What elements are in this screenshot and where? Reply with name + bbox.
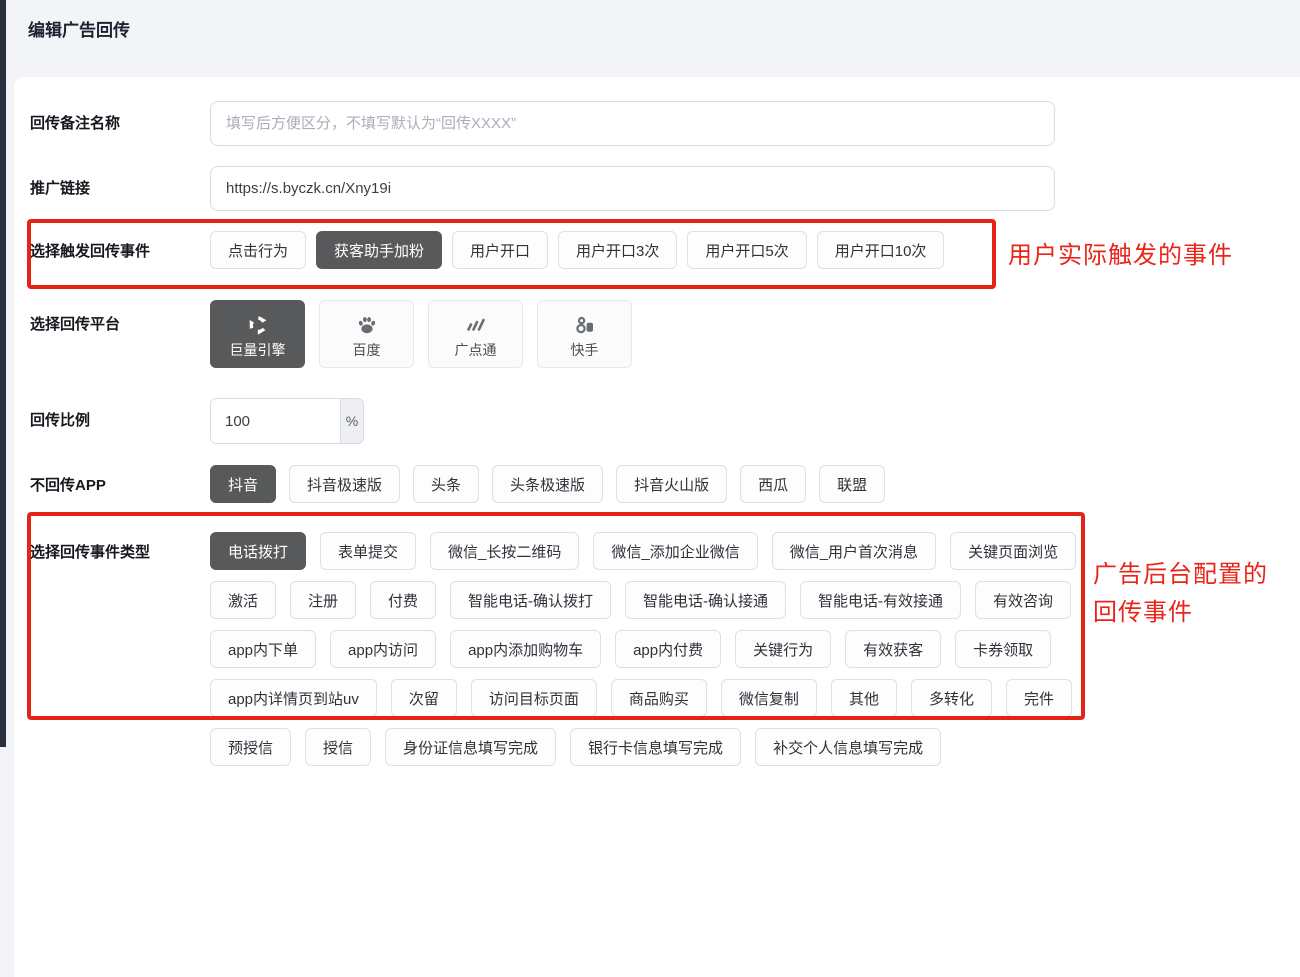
trigger-option-button[interactable]: 用户开口10次: [817, 231, 945, 269]
event-type-option-button[interactable]: 商品购买: [611, 679, 707, 717]
event-type-option-button[interactable]: app内付费: [615, 630, 721, 668]
trigger-option-button[interactable]: 点击行为: [210, 231, 306, 269]
event-type-annotation-text: 广告后台配置的 回传事件: [1093, 556, 1268, 632]
ratio-input[interactable]: [211, 399, 340, 443]
trigger-event-label: 选择触发回传事件: [30, 231, 210, 261]
event-type-option-button[interactable]: app内下单: [210, 630, 316, 668]
app-option-button[interactable]: 西瓜: [740, 465, 806, 503]
event-type-option-button[interactable]: 授信: [305, 728, 371, 766]
event-type-option-button[interactable]: 激活: [210, 581, 276, 619]
platform-card-oceanengine[interactable]: 巨量引擎: [210, 300, 305, 368]
ratio-input-group: %: [210, 398, 364, 444]
page-title: 编辑广告回传: [28, 16, 130, 41]
event-type-option-row: 激活注册付费智能电话-确认拨打智能电话-确认接通智能电话-有效接通有效咨询: [210, 581, 1071, 619]
ratio-row: 回传比例 %: [30, 398, 1290, 444]
event-type-option-button[interactable]: 智能电话-有效接通: [800, 581, 961, 619]
event-type-option-button[interactable]: 次留: [391, 679, 457, 717]
app-option-button[interactable]: 抖音火山版: [616, 465, 727, 503]
event-type-option-button[interactable]: 卡券领取: [955, 630, 1051, 668]
event-type-option-button[interactable]: 补交个人信息填写完成: [755, 728, 941, 766]
platform-row: 选择回传平台 巨量引擎: [30, 300, 1290, 368]
event-type-option-button[interactable]: 表单提交: [320, 532, 416, 570]
platform-card-kuaishou[interactable]: 快手: [537, 300, 632, 368]
event-type-option-button[interactable]: 身份证信息填写完成: [385, 728, 556, 766]
event-type-option-button[interactable]: 微信_用户首次消息: [772, 532, 936, 570]
kuaishou-camera-icon: [573, 312, 597, 338]
app-option-button[interactable]: 头条: [413, 465, 479, 503]
remark-label: 回传备注名称: [30, 101, 210, 133]
event-type-option-button[interactable]: 付费: [370, 581, 436, 619]
ratio-label: 回传比例: [30, 398, 210, 430]
event-type-option-button[interactable]: 电话拨打: [210, 532, 306, 570]
event-type-option-row: 预授信授信身份证信息填写完成银行卡信息填写完成补交个人信息填写完成: [210, 728, 941, 766]
event-type-option-button[interactable]: 智能电话-确认接通: [625, 581, 786, 619]
event-type-option-button[interactable]: 访问目标页面: [471, 679, 597, 717]
app-option-button[interactable]: 联盟: [819, 465, 885, 503]
platform-card-label: 快手: [571, 340, 599, 360]
event-type-option-button[interactable]: 有效咨询: [975, 581, 1071, 619]
oceanengine-icon: [246, 312, 270, 338]
link-row: 推广链接: [30, 166, 1290, 211]
event-type-option-button[interactable]: app内访问: [330, 630, 436, 668]
trigger-annotation-text: 用户实际触发的事件: [1008, 235, 1233, 270]
link-label: 推广链接: [30, 166, 210, 198]
event-type-option-row: 电话拨打表单提交微信_长按二维码微信_添加企业微信微信_用户首次消息关键页面浏览: [210, 532, 1076, 570]
event-type-option-button[interactable]: 微信复制: [721, 679, 817, 717]
app-option-button[interactable]: 头条极速版: [492, 465, 603, 503]
percent-addon: %: [340, 399, 363, 443]
no-callback-app-row: 不回传APP 抖音抖音极速版头条头条极速版抖音火山版西瓜联盟: [30, 465, 1290, 503]
app-option-button[interactable]: 抖音极速版: [289, 465, 400, 503]
platform-label: 选择回传平台: [30, 300, 210, 334]
event-type-option-button[interactable]: 多转化: [911, 679, 992, 717]
platform-card-guangdiantong[interactable]: 广点通: [428, 300, 523, 368]
event-type-option-button[interactable]: 注册: [290, 581, 356, 619]
event-type-option-button[interactable]: 微信_添加企业微信: [593, 532, 757, 570]
platform-card-label: 巨量引擎: [230, 340, 286, 360]
form-card: 回传备注名称 推广链接 选择触发回传事件 点击行为获客助手加粉用户开口用户开口3…: [14, 77, 1300, 977]
event-type-option-row: app内下单 app内访问 app内添加购物车 app内付费关键行为有效获客卡券领取: [210, 630, 1051, 668]
app-option-button[interactable]: 抖音: [210, 465, 276, 503]
event-type-option-button[interactable]: 预授信: [210, 728, 291, 766]
app-option-group: 抖音抖音极速版头条头条极速版抖音火山版西瓜联盟: [210, 465, 1290, 503]
event-type-option-button[interactable]: 银行卡信息填写完成: [570, 728, 741, 766]
event-type-label: 选择回传事件类型: [30, 532, 210, 562]
no-callback-app-label: 不回传APP: [30, 465, 210, 495]
trigger-option-button[interactable]: 用户开口5次: [687, 231, 806, 269]
promotion-link-input[interactable]: [210, 166, 1055, 211]
remark-input[interactable]: [210, 101, 1055, 146]
event-type-option-button[interactable]: 微信_长按二维码: [430, 532, 579, 570]
event-type-option-button[interactable]: 智能电话-确认拨打: [450, 581, 611, 619]
trigger-option-button[interactable]: 用户开口: [452, 231, 548, 269]
platform-card-label: 广点通: [455, 340, 497, 360]
trigger-option-button[interactable]: 获客助手加粉: [316, 231, 442, 269]
event-type-option-button[interactable]: 关键行为: [735, 630, 831, 668]
platform-card-baidu[interactable]: 百度: [319, 300, 414, 368]
platform-card-label: 百度: [353, 340, 381, 360]
trigger-option-button[interactable]: 用户开口3次: [558, 231, 677, 269]
collapsed-sidebar-edge: [0, 0, 6, 747]
event-type-option-button[interactable]: 有效获客: [845, 630, 941, 668]
event-type-option-button[interactable]: 其他: [831, 679, 897, 717]
guangdiantong-icon: [464, 312, 488, 338]
event-type-option-row: app内详情页到站uv 次留访问目标页面商品购买微信复制其他多转化完件: [210, 679, 1072, 717]
event-type-option-button[interactable]: app内详情页到站uv: [210, 679, 377, 717]
event-type-option-button[interactable]: 关键页面浏览: [950, 532, 1076, 570]
event-type-option-button[interactable]: app内添加购物车: [450, 630, 601, 668]
remark-row: 回传备注名称: [30, 101, 1290, 146]
baidu-paw-icon: [355, 312, 379, 338]
event-type-option-button[interactable]: 完件: [1006, 679, 1072, 717]
